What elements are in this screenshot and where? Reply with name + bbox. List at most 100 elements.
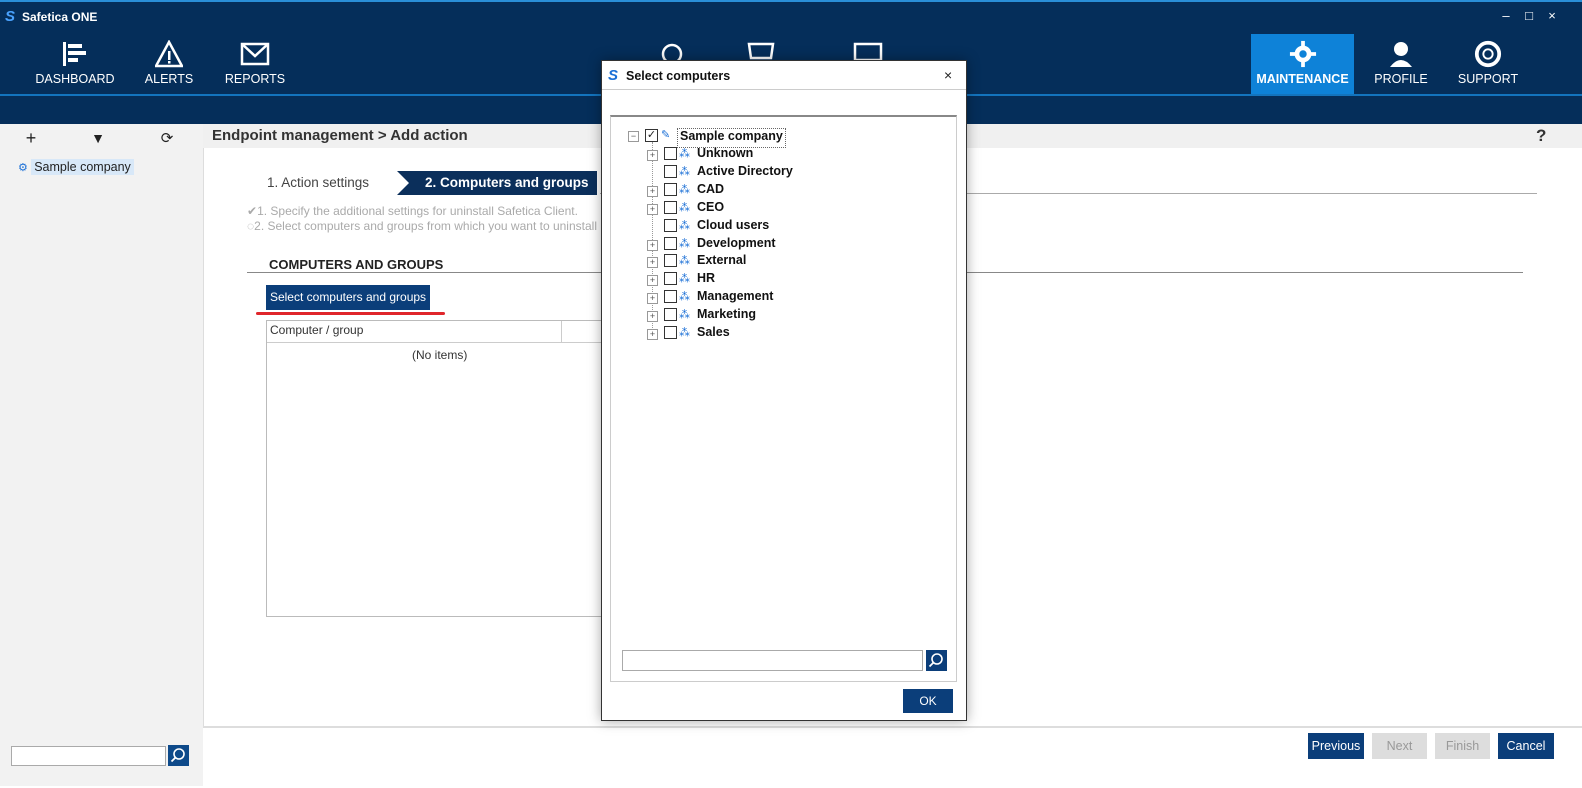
- tree-node-label[interactable]: HR: [697, 271, 715, 289]
- tree-node-checkbox[interactable]: [664, 182, 677, 196]
- tree-node-checkbox[interactable]: [664, 290, 677, 304]
- dashboard-icon: [63, 42, 86, 66]
- tree-node-checkbox[interactable]: [664, 164, 677, 178]
- tree-item-sample-company[interactable]: ⚙ Sample company: [18, 159, 134, 175]
- expand-icon[interactable]: +: [647, 239, 658, 251]
- previous-button[interactable]: Previous: [1308, 733, 1364, 759]
- expand-icon[interactable]: +: [647, 275, 658, 287]
- grid-empty-text: (No items): [412, 348, 468, 362]
- tree-node-label[interactable]: Active Directory: [697, 164, 793, 182]
- hint-step-1: ✔1. Specify the additional settings for …: [247, 204, 578, 218]
- left-search-button[interactable]: [168, 745, 189, 766]
- dialog-title-divider: [602, 89, 966, 90]
- tree-node-checkbox[interactable]: [664, 147, 677, 160]
- dialog-search-button[interactable]: [926, 650, 947, 671]
- envelope-icon: [240, 42, 270, 66]
- expand-icon[interactable]: +: [647, 185, 658, 197]
- grid-column-computer-group[interactable]: Computer / group: [270, 323, 363, 337]
- nav-dashboard-label: DASHBOARD: [35, 72, 115, 86]
- collapse-icon: −: [628, 131, 639, 142]
- nav-alerts-label: ALERTS: [144, 72, 194, 86]
- nav-support-label: SUPPORT: [1457, 72, 1519, 86]
- tree-node-label[interactable]: CEO: [697, 200, 724, 218]
- group-icon: ⁂: [679, 327, 690, 339]
- dialog-close-button[interactable]: ×: [944, 67, 952, 83]
- nav-reports[interactable]: REPORTS: [222, 34, 288, 96]
- company-icon: ✎: [661, 129, 671, 141]
- dialog-search-input[interactable]: [622, 650, 923, 671]
- expand-icon[interactable]: +: [647, 329, 658, 340]
- nav-dashboard[interactable]: DASHBOARD: [30, 34, 120, 96]
- check-icon: ✔: [247, 204, 258, 218]
- chart-icon[interactable]: [660, 42, 684, 60]
- expand-icon[interactable]: +: [647, 150, 658, 161]
- ok-button[interactable]: OK: [903, 689, 953, 713]
- wizard-step-computers-groups[interactable]: 2. Computers and groups: [397, 171, 597, 195]
- cancel-button[interactable]: Cancel: [1498, 733, 1554, 759]
- tree-node-label[interactable]: Cloud users: [697, 218, 769, 236]
- tree-node-checkbox[interactable]: [664, 236, 677, 250]
- expand-icon[interactable]: +: [647, 203, 658, 215]
- tree-node-checkbox[interactable]: [664, 326, 677, 339]
- nav-maintenance[interactable]: MAINTENANCE: [1251, 34, 1354, 96]
- minimize-button[interactable]: –: [1498, 8, 1514, 23]
- tree-root-checkbox[interactable]: ✓: [645, 129, 658, 142]
- monitor-icon[interactable]: [853, 42, 883, 60]
- group-icon: ⁂: [679, 183, 690, 196]
- tree-node-checkbox[interactable]: [664, 254, 677, 268]
- select-computers-button[interactable]: Select computers and groups: [266, 285, 430, 310]
- filter-icon[interactable]: ▼: [83, 130, 113, 150]
- tree-node-label[interactable]: External: [697, 253, 746, 271]
- group-icon: ⁂: [679, 255, 690, 268]
- breadcrumb: Endpoint management > Add action: [212, 127, 468, 144]
- hint-text-1: 1. Specify the additional settings for u…: [257, 204, 578, 218]
- next-button[interactable]: Next: [1372, 733, 1427, 759]
- left-search-input[interactable]: [11, 746, 166, 766]
- tree-node-label[interactable]: Marketing: [697, 307, 756, 325]
- group-icon: ⁂: [679, 148, 690, 160]
- safetica-logo-icon: S: [608, 67, 619, 84]
- tree-node-label[interactable]: Management: [697, 289, 773, 307]
- group-icon: ⁂: [679, 201, 690, 214]
- company-icon: ⚙: [18, 162, 28, 174]
- app-title: Safetica ONE: [22, 10, 98, 24]
- tree-connector: [652, 142, 654, 334]
- expand-icon[interactable]: +: [647, 257, 658, 269]
- nav-alerts[interactable]: ALERTS: [138, 34, 200, 96]
- help-button[interactable]: ?: [1536, 126, 1546, 146]
- group-icon: ⁂: [679, 165, 690, 178]
- tree-node-label[interactable]: Unknown: [697, 146, 753, 164]
- tree-root-expander[interactable]: −: [628, 131, 639, 142]
- tree-node-label[interactable]: Development: [697, 236, 776, 254]
- shield-icon[interactable]: [747, 42, 775, 60]
- tree-node-label[interactable]: Sales: [697, 325, 730, 343]
- finish-button[interactable]: Finish: [1435, 733, 1490, 759]
- close-window-button[interactable]: ×: [1544, 8, 1560, 23]
- gear-icon: [1289, 40, 1316, 68]
- tree-root-label[interactable]: Sample company: [677, 128, 786, 148]
- search-icon: [170, 748, 185, 763]
- tree-node-checkbox[interactable]: [664, 218, 677, 232]
- tree-node-checkbox[interactable]: [664, 308, 677, 322]
- wizard-step-action-settings[interactable]: 1. Action settings: [233, 171, 395, 195]
- add-icon[interactable]: +: [16, 128, 46, 148]
- nav-profile[interactable]: PROFILE: [1370, 34, 1432, 96]
- tree-node-label[interactable]: CAD: [697, 182, 724, 200]
- grid-column-separator[interactable]: [561, 321, 562, 342]
- computers-grid: [266, 320, 602, 617]
- group-icon: ⁂: [679, 237, 690, 250]
- tree-node-checkbox[interactable]: [664, 200, 677, 214]
- tree-node-checkbox[interactable]: [664, 272, 677, 286]
- dialog-title: Select computers: [626, 69, 731, 83]
- alert-triangle-icon: [155, 40, 183, 68]
- search-icon: [928, 653, 943, 668]
- left-panel: [0, 124, 204, 786]
- hint-step-2: ◌2. Select computers and groups from whi…: [247, 219, 601, 233]
- tree-item-label: Sample company: [31, 159, 134, 175]
- maximize-button[interactable]: □: [1521, 8, 1537, 23]
- refresh-icon[interactable]: ⟳: [152, 129, 182, 149]
- nav-support[interactable]: SUPPORT: [1452, 34, 1524, 96]
- nav-reports-label: REPORTS: [224, 72, 286, 86]
- expand-icon[interactable]: +: [647, 293, 658, 305]
- expand-icon[interactable]: +: [647, 311, 658, 323]
